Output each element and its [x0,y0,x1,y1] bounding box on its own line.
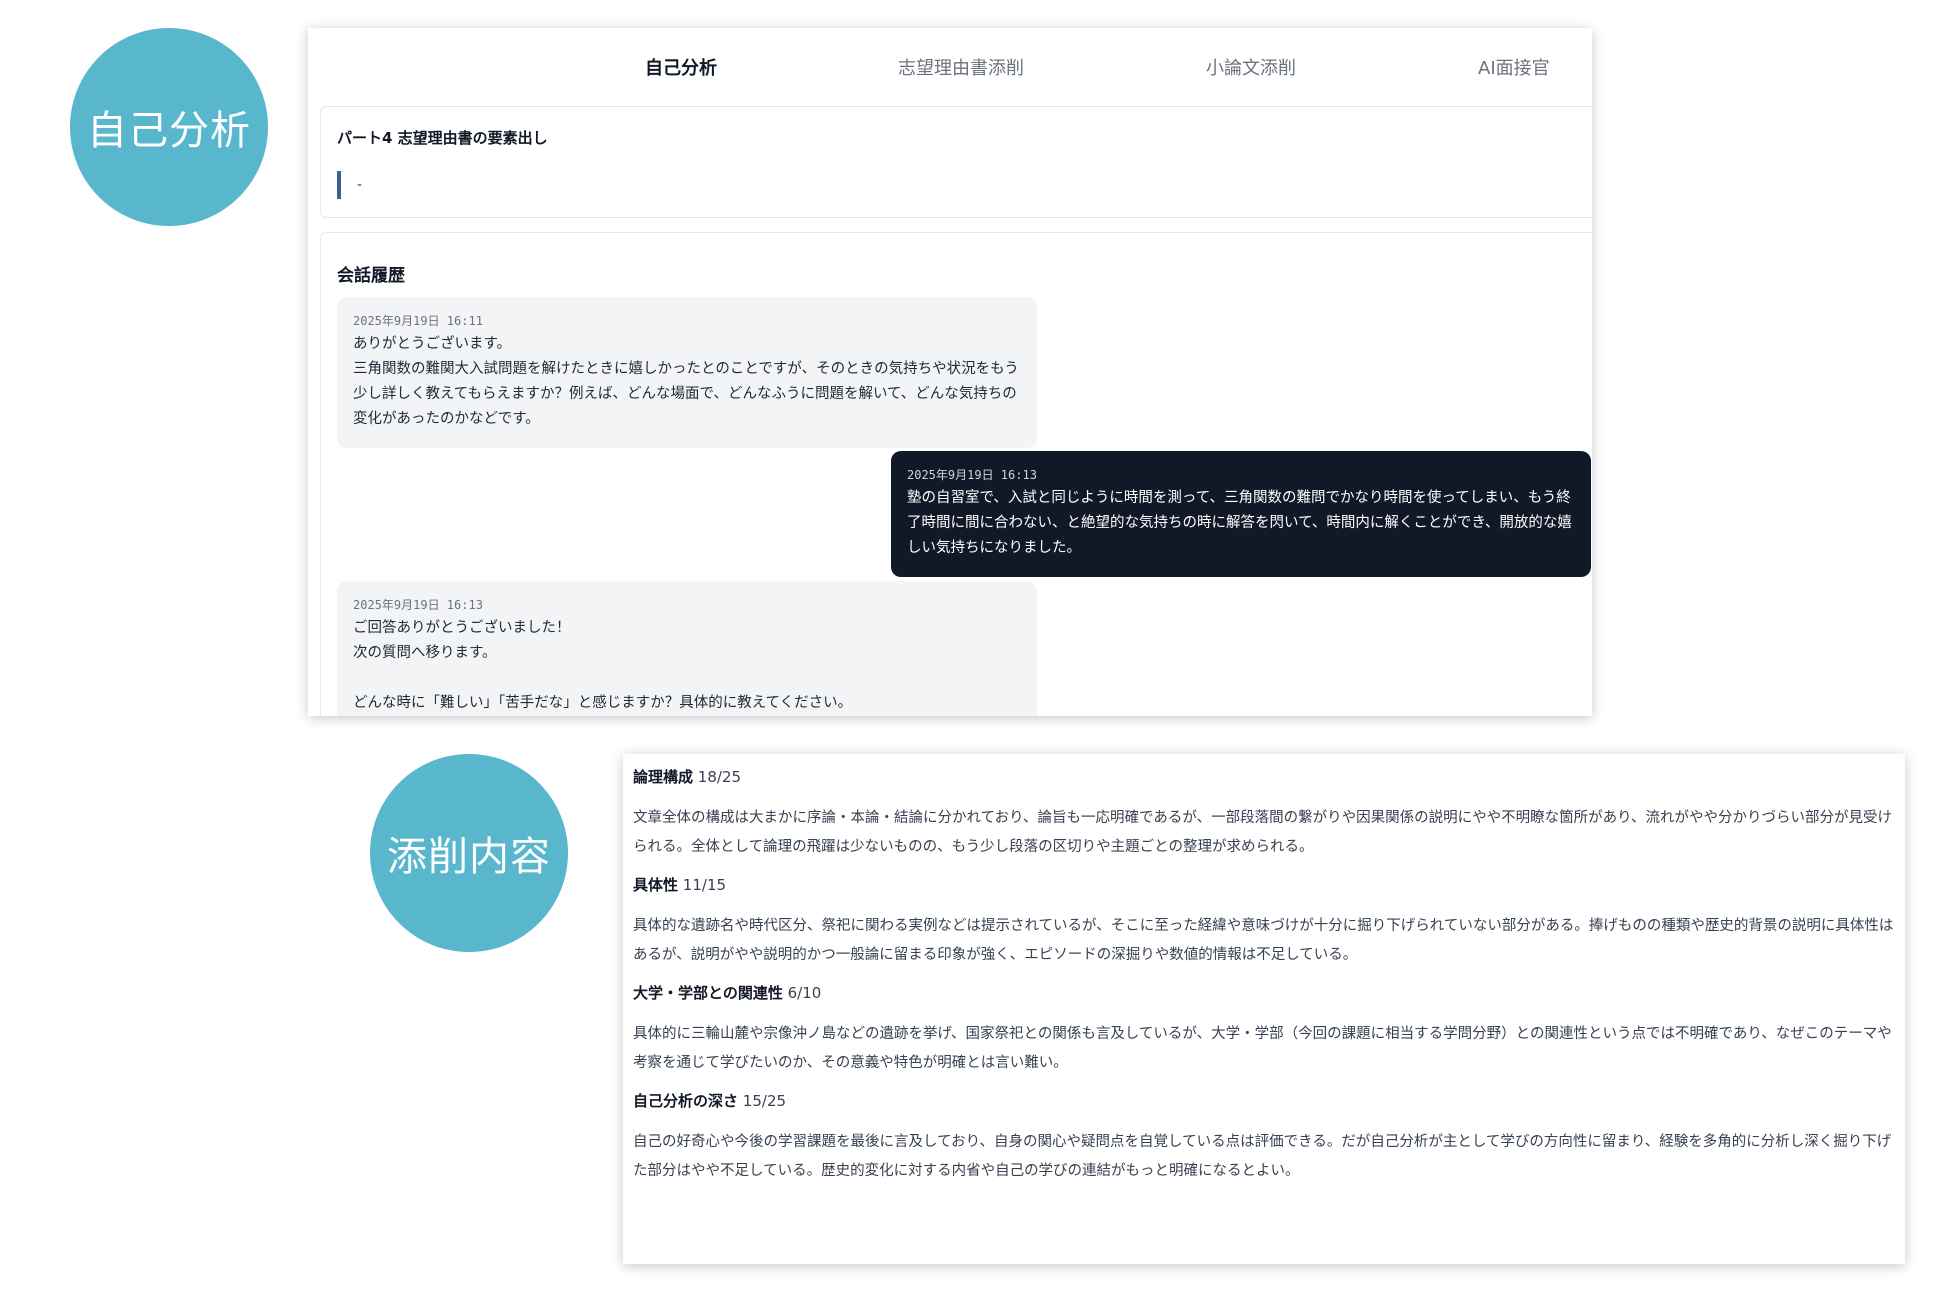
review-section-university-relevance: 大学・学部との関連性 6/10 具体的に三輪山麓や宗像沖ノ島などの遺跡を挙げ、国… [633,980,1895,1078]
tab-essay-review[interactable]: 小論文添削 [1206,54,1296,80]
review-result-panel: 論理構成 18/25 文章全体の構成は大まかに序論・本論・結論に分かれており、論… [623,754,1905,1264]
part-card: パート4 志望理由書の要素出し - [320,106,1592,218]
review-section-score: 6/10 [787,984,822,1002]
review-section-name: 具体性 [633,876,679,894]
tab-ai-interviewer[interactable]: AI面接官 [1478,54,1550,80]
review-section-score: 11/15 [682,876,727,894]
review-section-body: 具体的な遺跡名や時代区分、祭祀に関わる実例などは提示されているが、そこに至った経… [633,918,1894,963]
message-timestamp: 2025年9月19日 16:13 [353,598,483,612]
review-section-specificity: 具体性 11/15 具体的な遺跡名や時代区分、祭祀に関わる実例などは提示されてい… [633,872,1895,970]
chat-message-user: 2025年9月19日 16:13 塾の自習室で、入試と同じように時間を測って、三角… [891,451,1591,577]
review-section-score: 15/25 [742,1092,787,1110]
review-section-name: 大学・学部との関連性 [633,984,783,1002]
message-text: ありがとうございます。 三角関数の難関大入試問題を解けたときに嬉しかったとのこと… [353,336,1019,427]
review-section-logic: 論理構成 18/25 文章全体の構成は大まかに序論・本論・結論に分かれており、論… [633,764,1895,862]
conversation-history-title: 会話履歴 [337,266,405,286]
message-text: ご回答ありがとうございました！ 次の質問へ移ります。 どんな時に「難しい」「苦手… [353,620,853,711]
message-text: 塾の自習室で、入試と同じように時間を測って、三角関数の難問でかなり時間を使ってし… [907,490,1572,556]
chat-message-ai: 2025年9月19日 16:13 ご回答ありがとうございました！ 次の質問へ移りま… [337,581,1037,716]
conversation-history-card: 会話履歴 2025年9月19日 16:11 ありがとうございます。 三角関数の難関… [320,232,1592,716]
review-section-name: 自己分析の深さ [633,1092,739,1110]
tab-self-analysis[interactable]: 自己分析 [645,54,717,80]
review-content-circle-label: 添削内容 [370,754,568,952]
review-section-self-analysis-depth: 自己分析の深さ 15/25 自己の好奇心や今後の学習課題を最後に言及しており、自… [633,1088,1895,1186]
chat-message-ai: 2025年9月19日 16:11 ありがとうございます。 三角関数の難関大入試問題… [337,297,1037,448]
tab-motivation-letter-review[interactable]: 志望理由書添削 [898,54,1024,80]
part-quote: - [337,171,362,199]
review-section-body: 具体的に三輪山麓や宗像沖ノ島などの遺跡を挙げ、国家祭祀との関係も言及しているが、… [633,1026,1892,1071]
review-content-label: 添削内容 [387,834,551,880]
self-analysis-circle-label: 自己分析 [70,28,268,226]
review-section-score: 18/25 [697,768,742,786]
review-section-name: 論理構成 [633,768,694,786]
message-timestamp: 2025年9月19日 16:11 [353,314,483,328]
part-title: パート4 志望理由書の要素出し [337,129,548,147]
tab-bar: 自己分析 志望理由書添削 小論文添削 AI面接官 [308,28,1592,104]
message-timestamp: 2025年9月19日 16:13 [907,468,1037,482]
self-analysis-label: 自己分析 [87,108,251,154]
review-section-body: 自己の好奇心や今後の学習課題を最後に言及しており、自身の関心や疑問点を自覚してい… [633,1134,1892,1179]
app-window-self-analysis: 自己分析 志望理由書添削 小論文添削 AI面接官 パート4 志望理由書の要素出し… [308,28,1592,716]
review-section-body: 文章全体の構成は大まかに序論・本論・結論に分かれており、論旨も一応明確であるが、… [633,810,1893,855]
